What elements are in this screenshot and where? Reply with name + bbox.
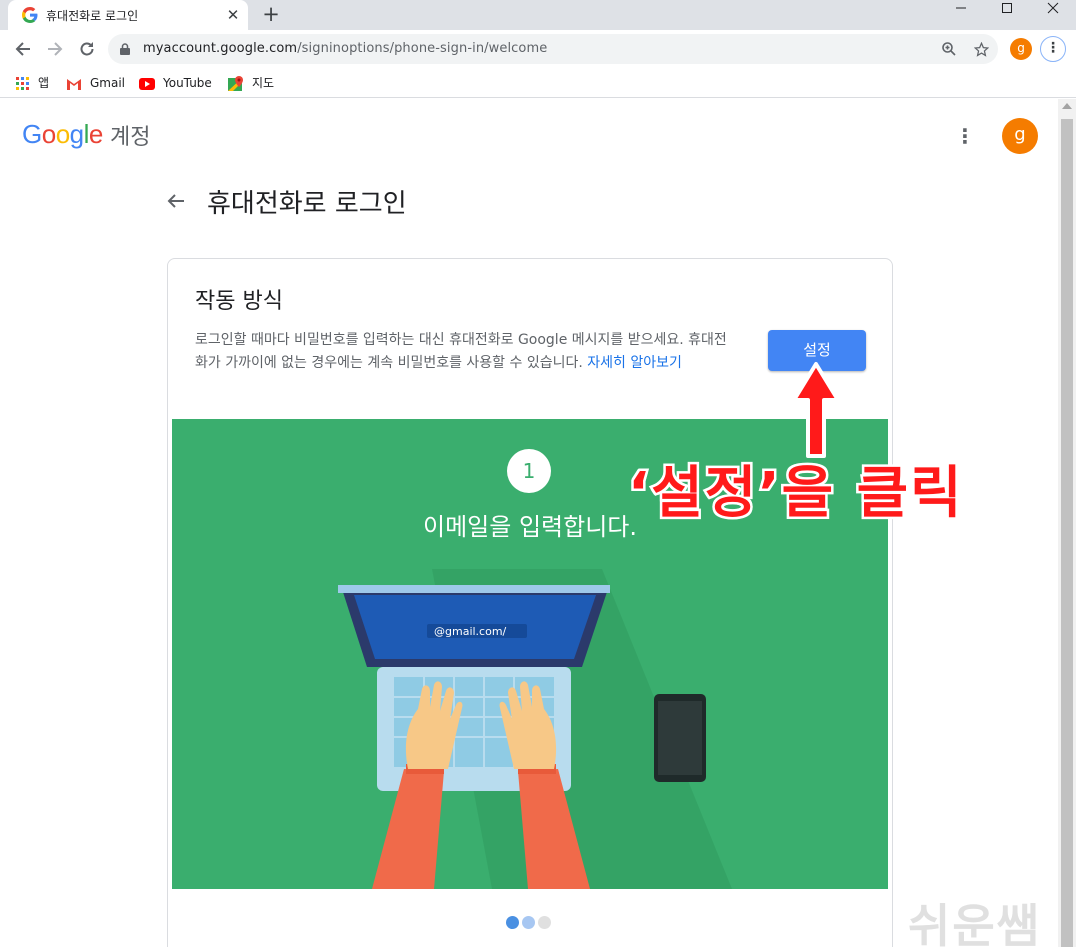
gmail-icon	[66, 77, 82, 90]
google-favicon-icon	[22, 7, 38, 23]
carousel-dot-active[interactable]	[506, 916, 519, 929]
page-title: 휴대전화로 로그인	[207, 189, 407, 219]
address-bar[interactable]: myaccount.google.com/signinoptions/phone…	[108, 34, 998, 64]
back-nav-button[interactable]	[10, 36, 36, 62]
profile-chip[interactable]: g	[1010, 38, 1032, 60]
reload-button[interactable]	[74, 36, 100, 62]
card-title: 작동 방식	[195, 289, 283, 314]
google-logo[interactable]: Google	[22, 119, 103, 150]
carousel-dot[interactable]	[522, 916, 535, 929]
more-options-icon[interactable]: ⋮	[952, 121, 978, 151]
how-it-works-card: 작동 방식 로그인할 때마다 비밀번호를 입력하는 대신 휴대전화로 Googl…	[167, 258, 893, 947]
tab-title: 휴대전화로 로그인	[46, 9, 139, 23]
bookmark-maps[interactable]: 지도	[228, 74, 274, 92]
browser-toolbar: myaccount.google.com/signinoptions/phone…	[0, 30, 1076, 68]
bookmark-star-icon[interactable]	[971, 39, 991, 59]
arrow-back-icon[interactable]	[162, 187, 190, 215]
watermark: 쉬운쌤	[908, 899, 1041, 947]
new-tab-button[interactable]: +	[258, 2, 284, 28]
scroll-thumb[interactable]	[1061, 119, 1073, 947]
bookmark-label: 앱	[38, 76, 50, 90]
avatar[interactable]: g	[1002, 118, 1038, 154]
url-text: myaccount.google.com/signinoptions/phone…	[143, 41, 548, 56]
zoom-icon[interactable]	[939, 39, 959, 59]
lock-icon	[120, 43, 130, 55]
product-name: 계정	[110, 125, 151, 150]
scrollbar[interactable]	[1058, 99, 1076, 947]
minimize-icon[interactable]	[938, 0, 984, 22]
bookmark-label: YouTube	[163, 76, 212, 90]
bookmark-youtube[interactable]: YouTube	[139, 74, 212, 92]
forward-nav-button[interactable]	[42, 36, 68, 62]
step-number: 1	[507, 449, 551, 493]
annotation-label: ‘설정’을 클릭	[626, 459, 965, 529]
youtube-icon	[139, 77, 155, 90]
carousel-dot[interactable]	[538, 916, 551, 929]
bookmark-label: Gmail	[90, 76, 126, 90]
tab-strip: 휴대전화로 로그인 ✕ +	[0, 0, 1076, 30]
browser-window: 휴대전화로 로그인 ✕ + myaccount.google.com/signi…	[0, 0, 1076, 947]
browser-menu-icon[interactable]: ⋮	[1040, 36, 1066, 62]
card-description: 로그인할 때마다 비밀번호를 입력하는 대신 휴대전화로 Google 메시지를…	[195, 332, 727, 371]
bookmark-gmail[interactable]: Gmail	[66, 74, 125, 92]
laptop-screen-text: @gmail.com/	[434, 625, 507, 638]
scroll-up-icon[interactable]	[1062, 103, 1072, 109]
bookmark-label: 지도	[252, 76, 275, 90]
browser-tab[interactable]: 휴대전화로 로그인 ✕	[8, 0, 248, 30]
tab-close-icon[interactable]: ✕	[224, 5, 242, 25]
bookmark-apps[interactable]: 앱	[16, 74, 49, 92]
apps-grid-icon	[16, 76, 29, 90]
annotation-arrow-icon	[792, 362, 840, 458]
learn-more-link[interactable]: 자세히 알아보기	[587, 355, 682, 371]
maximize-icon[interactable]	[984, 0, 1030, 22]
close-window-icon[interactable]	[1030, 0, 1076, 22]
carousel-dots	[506, 914, 554, 929]
bookmarks-bar: 앱 Gmail YouTube 지도	[0, 68, 1076, 98]
maps-icon	[228, 75, 243, 91]
